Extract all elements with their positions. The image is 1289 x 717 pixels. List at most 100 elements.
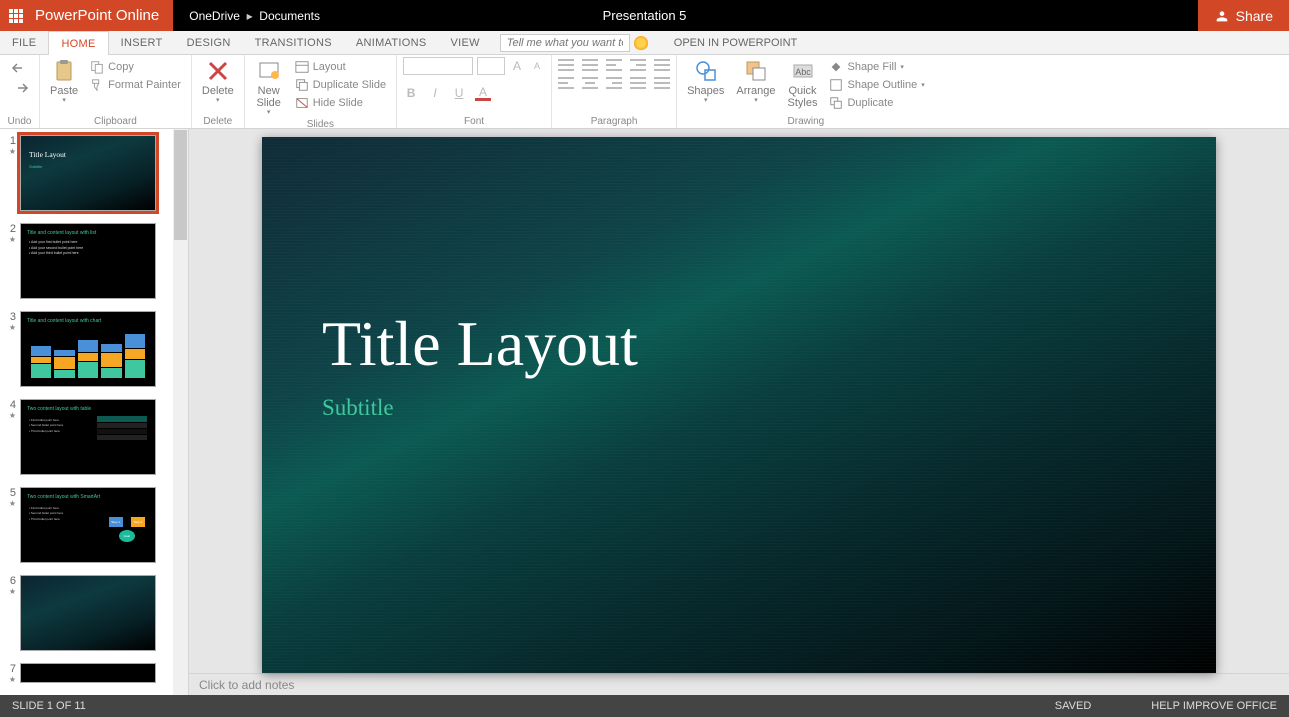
increase-indent-button[interactable] — [630, 59, 646, 71]
tab-design[interactable]: DESIGN — [175, 31, 243, 54]
layout-icon — [295, 60, 309, 74]
slide-thumb-2[interactable]: 2★ Title and content layout with list• A… — [0, 217, 188, 305]
text-direction-button[interactable] — [654, 59, 670, 71]
tab-transitions[interactable]: TRANSITIONS — [243, 31, 344, 54]
shape-outline-icon — [829, 78, 843, 92]
ribbon: Undo Paste ▾ Copy Format Painter Clipboa… — [0, 55, 1289, 129]
shape-fill-button[interactable]: Shape Fill▾ — [825, 59, 928, 75]
animation-star-icon: ★ — [4, 147, 16, 156]
svg-text:Abc: Abc — [795, 67, 811, 77]
font-color-button[interactable]: A — [475, 85, 491, 101]
slide-thumb-6[interactable]: 6★ — [0, 569, 188, 657]
decrease-font-button[interactable]: A — [529, 58, 545, 74]
status-help-link[interactable]: HELP IMPROVE OFFICE — [1151, 700, 1277, 712]
editor-area: Title Layout Subtitle Click to add notes — [189, 129, 1289, 695]
app-launcher-button[interactable] — [0, 0, 31, 31]
align-left-button[interactable] — [558, 77, 574, 89]
status-saved: SAVED — [1055, 700, 1091, 712]
format-painter-icon — [90, 78, 104, 92]
undo-icon[interactable] — [11, 61, 29, 75]
group-delete: Delete ▾ Delete — [192, 55, 245, 128]
layout-button[interactable]: Layout — [291, 59, 390, 75]
redo-icon[interactable] — [11, 81, 29, 95]
open-in-powerpoint-button[interactable]: OPEN IN POWERPOINT — [666, 31, 805, 54]
group-font: A A B I U A Font — [397, 55, 552, 128]
breadcrumb[interactable]: OneDrive ▸ Documents — [173, 9, 320, 23]
shape-outline-button[interactable]: Shape Outline▾ — [825, 77, 928, 93]
quick-styles-button[interactable]: Abc Quick Styles — [784, 57, 822, 111]
animation-star-icon: ★ — [4, 587, 16, 596]
slide-thumb-5[interactable]: 5★ Two content layout with SmartArt • Fi… — [0, 481, 188, 569]
slide-thumb-4[interactable]: 4★ Two content layout with table • First… — [0, 393, 188, 481]
tab-file[interactable]: FILE — [0, 31, 48, 54]
group-paragraph: Paragraph — [552, 55, 677, 128]
tell-me-search[interactable] — [500, 31, 648, 54]
copy-icon — [90, 60, 104, 74]
tell-me-input[interactable] — [500, 34, 630, 52]
delete-icon — [206, 59, 230, 83]
group-undo: Undo — [0, 55, 40, 128]
tab-home[interactable]: HOME — [48, 31, 108, 55]
numbering-button[interactable] — [582, 59, 598, 71]
status-slide-position[interactable]: SLIDE 1 OF 11 — [12, 700, 86, 712]
shapes-button[interactable]: Shapes ▾ — [683, 57, 728, 107]
slide-title-text[interactable]: Title Layout — [322, 307, 638, 381]
share-label: Share — [1236, 8, 1273, 24]
tab-insert[interactable]: INSERT — [109, 31, 175, 54]
duplicate-shape-button[interactable]: Duplicate — [825, 95, 928, 111]
group-drawing-label: Drawing — [683, 116, 929, 128]
align-right-button[interactable] — [606, 77, 622, 89]
italic-button[interactable]: I — [427, 85, 443, 101]
arrange-icon — [744, 59, 768, 83]
animation-star-icon: ★ — [4, 235, 16, 244]
hide-slide-button[interactable]: Hide Slide — [291, 95, 390, 111]
slide-thumb-7[interactable]: 7★ — [0, 657, 188, 690]
justify-button[interactable] — [630, 77, 646, 89]
line-spacing-button[interactable] — [654, 77, 670, 89]
smartart-thumbnail: Step 1 Step 2 Goal — [109, 510, 145, 542]
slide-panel[interactable]: 1★ Title LayoutSubtitle 2★ Title and con… — [0, 129, 189, 695]
slide-panel-scrollbar[interactable] — [173, 129, 188, 695]
group-undo-label: Undo — [6, 116, 33, 128]
underline-button[interactable]: U — [451, 85, 467, 101]
slide-subtitle-text[interactable]: Subtitle — [322, 395, 394, 421]
status-bar: SLIDE 1 OF 11 SAVED HELP IMPROVE OFFICE — [0, 695, 1289, 717]
duplicate-slide-icon — [295, 78, 309, 92]
bullets-button[interactable] — [558, 59, 574, 71]
presentation-title[interactable]: Presentation 5 — [603, 8, 687, 23]
duplicate-icon — [829, 96, 843, 110]
group-slides: New Slide ▾ Layout Duplicate Slide Hide … — [245, 55, 397, 128]
share-button[interactable]: Share — [1198, 0, 1289, 31]
quick-styles-icon: Abc — [791, 59, 815, 83]
delete-button[interactable]: Delete ▾ — [198, 57, 238, 107]
bulb-icon — [634, 36, 648, 50]
group-paragraph-label: Paragraph — [558, 116, 670, 128]
tab-view[interactable]: VIEW — [438, 31, 491, 54]
breadcrumb-folder[interactable]: Documents — [259, 9, 320, 23]
increase-font-button[interactable]: A — [509, 58, 525, 74]
group-drawing: Shapes ▾ Arrange ▾ Abc Quick Styles Shap… — [677, 55, 935, 128]
share-icon — [1214, 8, 1230, 24]
format-painter-button[interactable]: Format Painter — [86, 77, 185, 93]
paste-button[interactable]: Paste ▾ — [46, 57, 82, 107]
font-name-select[interactable] — [403, 57, 473, 75]
new-slide-button[interactable]: New Slide ▾ — [251, 57, 287, 119]
tab-animations[interactable]: ANIMATIONS — [344, 31, 439, 54]
decrease-indent-button[interactable] — [606, 59, 622, 71]
new-slide-icon — [257, 59, 281, 83]
bold-button[interactable]: B — [403, 85, 419, 101]
scrollbar-thumb[interactable] — [174, 130, 187, 240]
duplicate-slide-button[interactable]: Duplicate Slide — [291, 77, 390, 93]
group-clipboard: Paste ▾ Copy Format Painter Clipboard — [40, 55, 192, 128]
slide-thumb-3[interactable]: 3★ Title and content layout with chart — [0, 305, 188, 393]
copy-button[interactable]: Copy — [86, 59, 185, 75]
notes-area[interactable]: Click to add notes — [189, 673, 1289, 696]
arrange-button[interactable]: Arrange ▾ — [732, 57, 779, 107]
align-center-button[interactable] — [582, 77, 598, 89]
slide-canvas[interactable]: Title Layout Subtitle — [262, 137, 1216, 673]
font-size-select[interactable] — [477, 57, 505, 75]
breadcrumb-root[interactable]: OneDrive — [189, 9, 240, 23]
title-bar: PowerPoint Online OneDrive ▸ Documents P… — [0, 0, 1289, 31]
slide-thumb-1[interactable]: 1★ Title LayoutSubtitle — [0, 129, 188, 217]
paste-icon — [52, 59, 76, 83]
